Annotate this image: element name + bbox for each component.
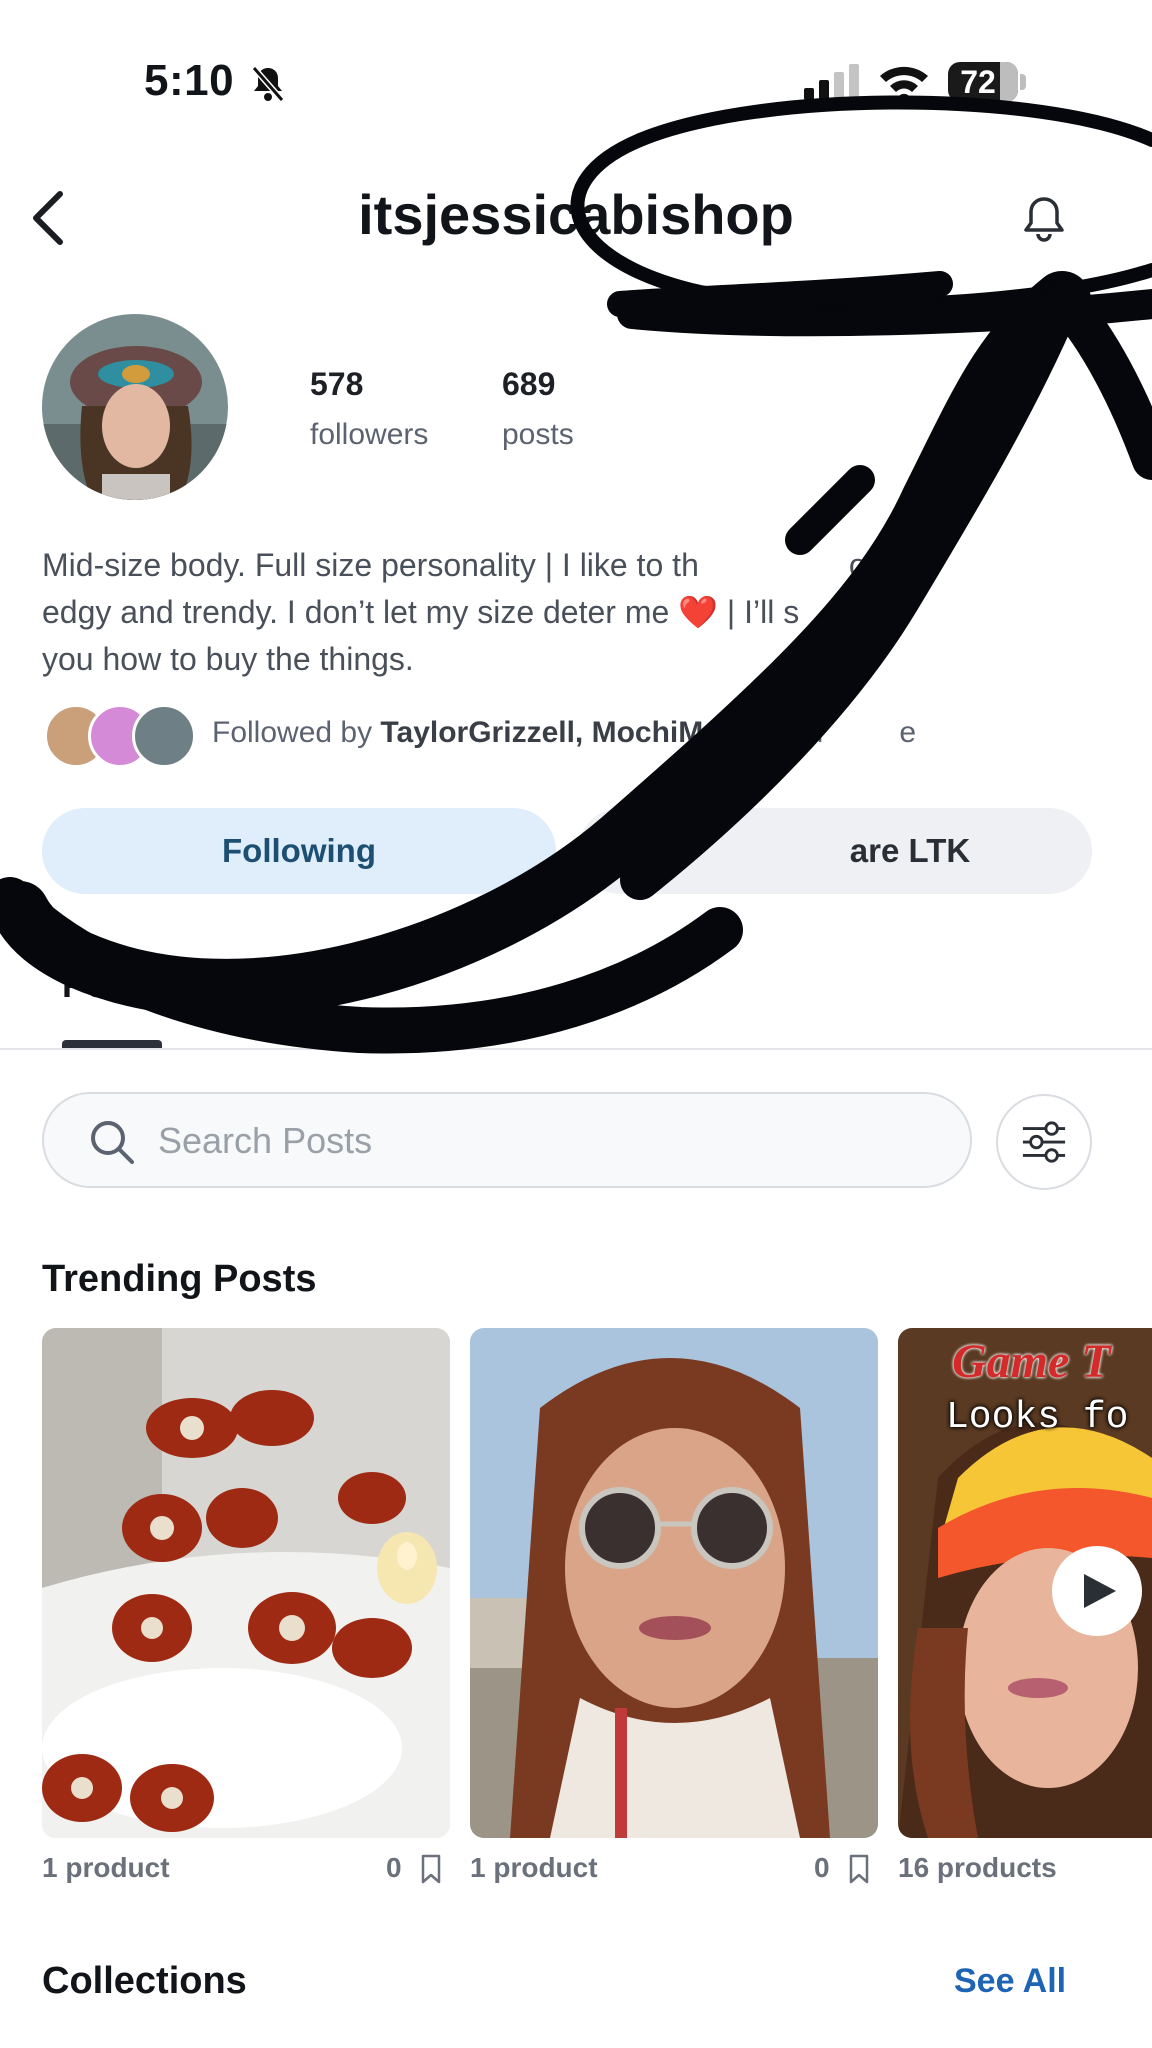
followers-count[interactable]: 578 — [310, 366, 363, 403]
bell-muted-icon — [251, 66, 285, 102]
status-time: 5:10 — [144, 56, 235, 105]
tabs-divider — [0, 1048, 1152, 1050]
mutual-followers-avatars[interactable] — [44, 704, 196, 768]
card-product-count: 16 products — [898, 1852, 1057, 1883]
tab-active-indicator — [62, 1040, 162, 1048]
share-ltk-button[interactable]: are LTK — [578, 808, 1092, 894]
cellular-signal-icon — [804, 64, 859, 100]
followed-by-text[interactable]: Followed by TaylorGrizzell, MochiMarie, … — [212, 716, 916, 750]
collections-heading: Collections — [42, 1960, 247, 2002]
bio-line-3: you how to buy the things. — [42, 641, 414, 677]
bookmark-icon[interactable] — [848, 1854, 870, 1884]
video-overlay-caption: Looks fo — [946, 1396, 1129, 1439]
card-save-count: 0 — [814, 1852, 830, 1883]
followed-by-names: TaylorGrizzell, MochiMarie, — [380, 716, 765, 749]
bio-line-2-tail: | I’ll s — [726, 594, 800, 630]
wifi-icon — [880, 66, 928, 101]
heart-emoji: ❤️ — [678, 594, 719, 630]
filter-sliders-icon[interactable] — [996, 1094, 1092, 1190]
bio-line-1-tail: of styl — [848, 547, 933, 583]
share-ltk-label: are LTK — [849, 832, 971, 869]
posts-count[interactable]: 689 — [502, 366, 555, 403]
bio-line-1: Mid-size body. Full size personality | I… — [42, 547, 699, 583]
profile-avatar — [42, 314, 228, 500]
bookmark-icon[interactable] — [420, 1854, 442, 1884]
card-product-count: 1 product — [42, 1852, 170, 1883]
notification-bell-icon[interactable] — [1020, 194, 1068, 246]
search-bar[interactable] — [42, 1092, 972, 1188]
following-button[interactable]: Following — [42, 808, 556, 894]
trending-posts-heading: Trending Posts — [42, 1258, 317, 1300]
posts-label[interactable]: posts — [502, 418, 574, 452]
search-icon — [91, 1121, 134, 1164]
battery-level: 72 — [960, 64, 996, 100]
battery-indicator: 72 — [948, 62, 1028, 102]
bio-line-2: edgy and trendy. I don’t let my size det… — [42, 594, 670, 630]
tab-posts[interactable]: Pos — [62, 964, 128, 1006]
profile-bio: Mid-size body. Full size personality | I… — [42, 542, 1102, 683]
page-title-username: itsjessicabishop — [358, 183, 794, 246]
trending-post-image[interactable] — [470, 1328, 878, 1838]
card-save-count: 0 — [386, 1852, 402, 1883]
play-button[interactable] — [1052, 1546, 1142, 1636]
mutual-avatar — [132, 704, 196, 768]
trending-post-image[interactable] — [42, 1328, 450, 1838]
search-input[interactable] — [156, 1094, 920, 1188]
followers-label[interactable]: followers — [310, 418, 428, 452]
trending-video-post[interactable]: Game T Looks fo — [898, 1328, 1152, 1838]
see-all-link[interactable]: See All — [954, 1962, 1066, 2001]
play-icon — [1084, 1574, 1116, 1608]
card-product-count: 1 product — [470, 1852, 598, 1883]
video-overlay-title: Game T — [952, 1335, 1111, 1388]
